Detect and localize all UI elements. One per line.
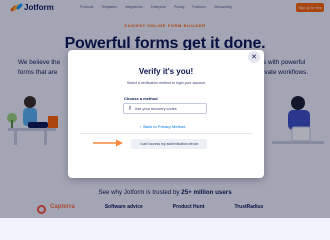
modal-subtitle: Select a verification method to login yo… <box>126 81 206 85</box>
close-icon[interactable]: ✕ <box>248 51 260 63</box>
cant-access-device-button[interactable]: I can't access my authentication device <box>131 139 207 149</box>
recovery-codes-option[interactable]: ⚷ Use your recovery codes <box>123 103 207 114</box>
arrow-pointer-icon <box>93 139 123 147</box>
method-option-label: Use your recovery codes <box>134 106 177 111</box>
back-link[interactable]: ‹ Back to Privacy Method <box>140 124 185 129</box>
modal-title: Verify it's you! <box>138 67 194 76</box>
chevron-left-icon: ‹ <box>140 124 142 129</box>
key-icon: ⚷ <box>128 105 132 111</box>
back-link-label: Back to Privacy Method <box>143 124 186 129</box>
method-label: Choose a method <box>124 96 158 101</box>
divider <box>80 133 252 134</box>
